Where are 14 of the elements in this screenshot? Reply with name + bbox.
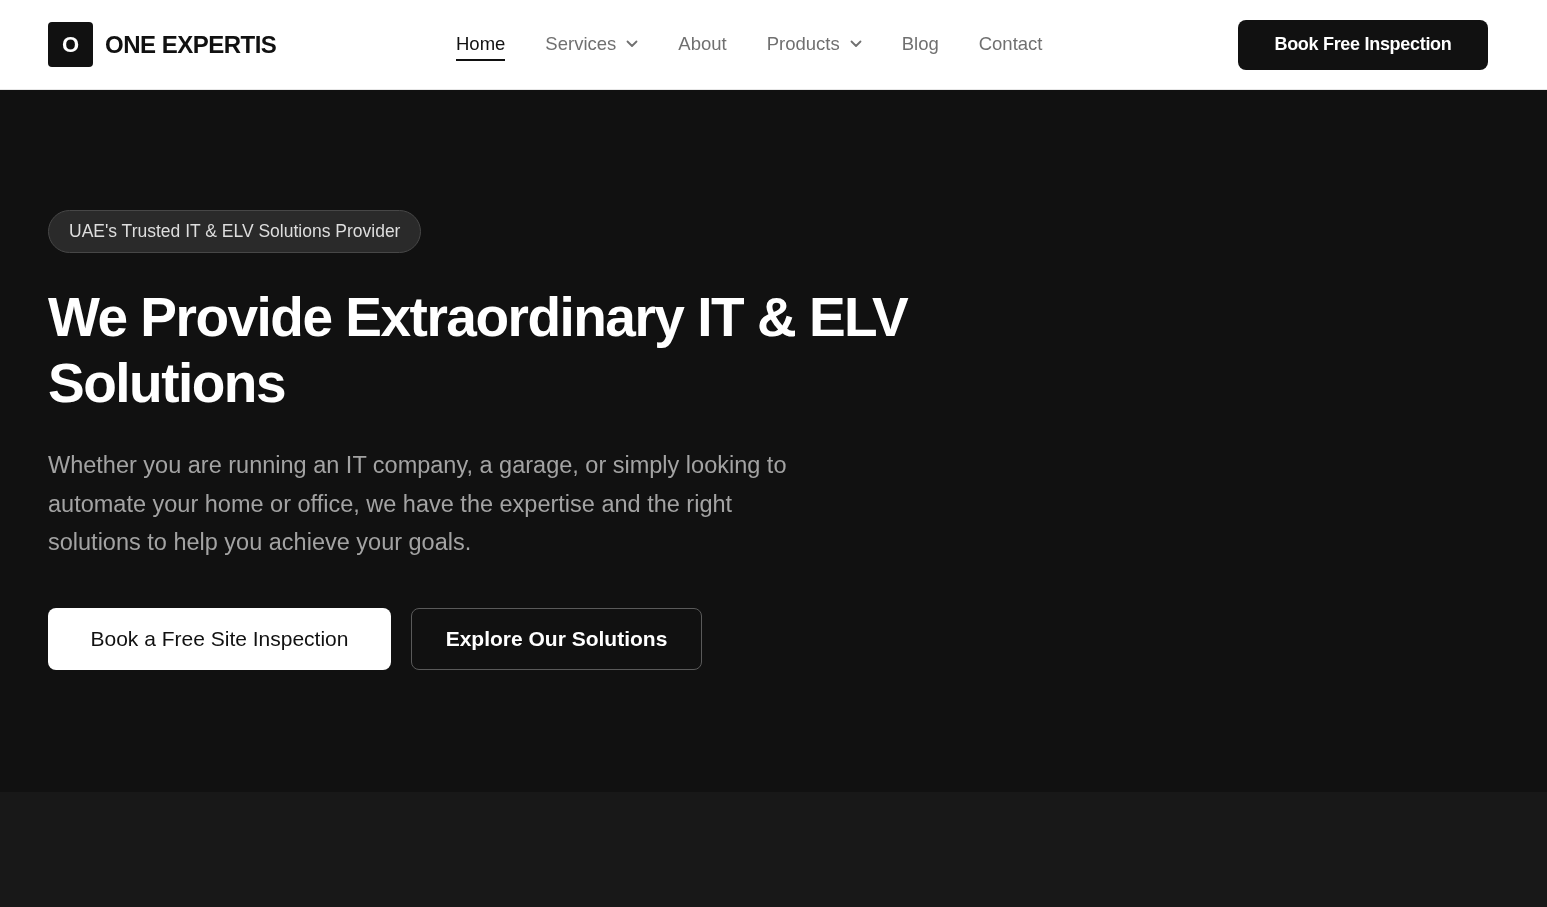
nav-link[interactable]: Home [456,28,506,61]
nav-link[interactable]: Contact [978,28,1043,61]
hero-description: Whether you are running an IT company, a garage, or simply looking to automate your home or office, we have the expertise and the right solutions to help you achieve your goals. [48,451,788,557]
explore-solutions-button[interactable]: Explore Our Solutions [411,607,702,670]
nav-link[interactable]: Blog [901,28,939,61]
tagline-badge: UAE's Trusted IT & ELV Solutions Provider [48,210,422,253]
nav-link[interactable]: Services [545,28,639,61]
hero-heading: We Provide Extraordinary IT & ELV Solutions [48,285,909,416]
logo-mark[interactable]: O [48,22,93,67]
brand-name[interactable]: ONE EXPERTIS [105,30,277,59]
book-site-inspection-button[interactable]: Book a Free Site Inspection [48,607,391,670]
nav-link[interactable]: About [678,28,727,61]
nav-link[interactable]: Products [766,28,862,61]
book-inspection-button[interactable]: Book Free Inspection [1238,19,1488,70]
